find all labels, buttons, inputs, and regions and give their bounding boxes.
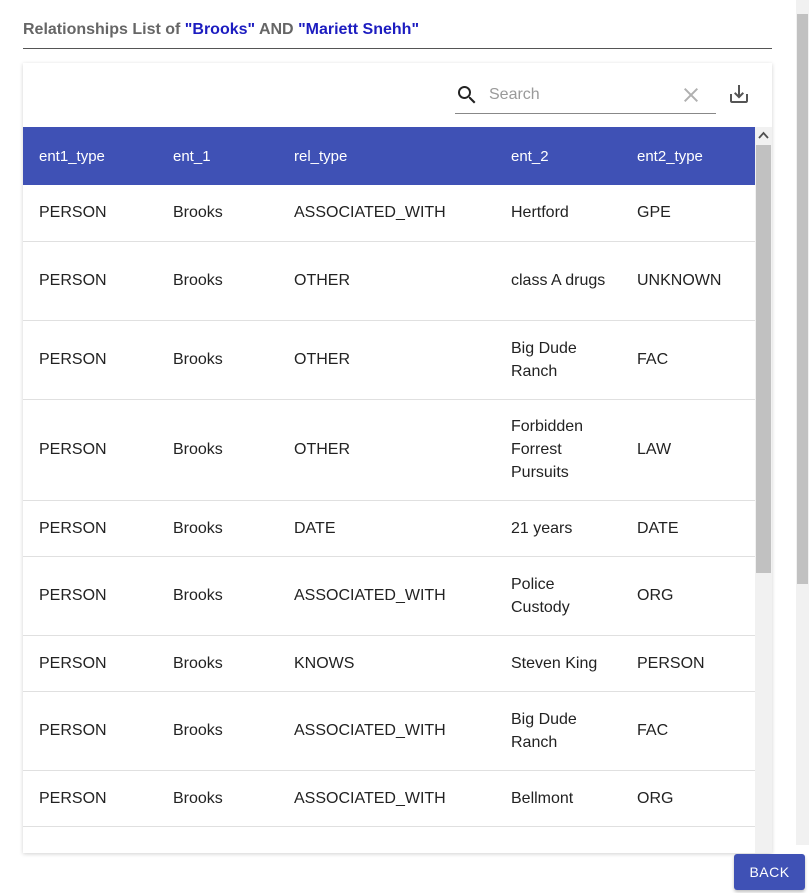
- table-scrollbar[interactable]: [755, 127, 772, 853]
- table-cell: Steven King: [495, 635, 621, 692]
- table-cell: LAW: [621, 399, 755, 501]
- table-cell: ORG: [621, 770, 755, 827]
- table-cell: Brooks: [157, 770, 278, 827]
- table-cell: PERSON: [23, 500, 157, 557]
- table-cell: ASSOCIATED_WITH: [278, 770, 495, 827]
- table-cell: PERSON: [621, 635, 755, 692]
- table-cell: PERSON: [23, 399, 157, 501]
- table-row[interactable]: PERSON Brooks OTHER class A drugs UNKNOW…: [23, 241, 755, 321]
- table-cell: PERSON: [23, 320, 157, 400]
- table-row[interactable]: [23, 826, 755, 853]
- title-joiner: AND: [255, 21, 299, 38]
- page-title: Relationships List of "Brooks" AND "Mari…: [23, 18, 772, 49]
- table-cell: GPE: [621, 185, 755, 242]
- table-row[interactable]: PERSON Brooks ASSOCIATED_WITH Police Cus…: [23, 556, 755, 636]
- table-cell: PERSON: [23, 770, 157, 827]
- table-cell: Brooks: [157, 500, 278, 557]
- scroll-up-arrow-icon[interactable]: [755, 127, 772, 144]
- table-cell: Police Custody: [495, 556, 621, 636]
- table-row[interactable]: PERSON Brooks OTHER Forbidden Forrest Pu…: [23, 399, 755, 501]
- table-cell: Brooks: [157, 185, 278, 242]
- close-icon[interactable]: [679, 83, 703, 107]
- search-input[interactable]: [487, 81, 671, 109]
- back-button[interactable]: BACK: [734, 854, 805, 890]
- column-header-rel-type[interactable]: rel_type: [278, 127, 495, 185]
- table-cell: OTHER: [278, 320, 495, 400]
- table-row[interactable]: PERSON Brooks OTHER Big Dude Ranch FAC: [23, 320, 755, 400]
- table-cell: Big Dude Ranch: [495, 691, 621, 771]
- table-cell: KNOWS: [278, 635, 495, 692]
- table-cell: PERSON: [23, 241, 157, 321]
- table-cell: ASSOCIATED_WITH: [278, 185, 495, 242]
- table-cell: 21 years: [495, 500, 621, 557]
- column-header-ent-2[interactable]: ent_2: [495, 127, 621, 185]
- table-cell: Brooks: [157, 320, 278, 400]
- table-cell: OTHER: [278, 399, 495, 501]
- table-row[interactable]: PERSON Brooks ASSOCIATED_WITH Bellmont O…: [23, 770, 755, 827]
- table-cell: [495, 826, 621, 853]
- table-cell: UNKNOWN: [621, 241, 755, 321]
- title-prefix: Relationships List of: [23, 21, 185, 38]
- table-cell: Brooks: [157, 399, 278, 501]
- title-entity-2: "Mariett Snehh": [298, 21, 420, 38]
- table-cell: Brooks: [157, 691, 278, 771]
- table-cell: ASSOCIATED_WITH: [278, 556, 495, 636]
- relationships-table: ent1_type ent_1 rel_type ent_2 ent2_type…: [23, 127, 755, 853]
- column-header-ent1-type[interactable]: ent1_type: [23, 127, 157, 185]
- table-cell: [621, 826, 755, 853]
- page-scrollbar[interactable]: [796, 0, 809, 845]
- table-toolbar: [23, 63, 772, 127]
- table-row[interactable]: PERSON Brooks ASSOCIATED_WITH Hertford G…: [23, 185, 755, 242]
- table-cell: Brooks: [157, 556, 278, 636]
- relationships-table-container: ent1_type ent_1 rel_type ent_2 ent2_type…: [23, 127, 755, 853]
- table-cell: [157, 826, 278, 853]
- column-header-ent2-type[interactable]: ent2_type: [621, 127, 755, 185]
- table-cell: FAC: [621, 320, 755, 400]
- table-cell: Hertford: [495, 185, 621, 242]
- table-cell: Brooks: [157, 241, 278, 321]
- table-cell: PERSON: [23, 635, 157, 692]
- page-scrollbar-thumb[interactable]: [797, 14, 808, 584]
- table-cell: Brooks: [157, 635, 278, 692]
- table-cell: Bellmont: [495, 770, 621, 827]
- table-scrollbar-thumb[interactable]: [756, 145, 771, 573]
- column-header-ent-1[interactable]: ent_1: [157, 127, 278, 185]
- table-cell: DATE: [621, 500, 755, 557]
- table-cell: OTHER: [278, 241, 495, 321]
- download-icon[interactable]: [727, 82, 751, 106]
- table-cell: ASSOCIATED_WITH: [278, 691, 495, 771]
- table-row[interactable]: PERSON Brooks ASSOCIATED_WITH Big Dude R…: [23, 691, 755, 771]
- table-header-row: ent1_type ent_1 rel_type ent_2 ent2_type: [23, 127, 755, 185]
- table-cell: ORG: [621, 556, 755, 636]
- table-cell: [278, 826, 495, 853]
- table-row[interactable]: PERSON Brooks KNOWS Steven King PERSON: [23, 635, 755, 692]
- title-entity-1: "Brooks": [184, 21, 256, 38]
- table-cell: PERSON: [23, 185, 157, 242]
- table-row[interactable]: PERSON Brooks DATE 21 years DATE: [23, 500, 755, 557]
- table-cell: Forbidden Forrest Pursuits: [495, 399, 621, 501]
- table-cell: FAC: [621, 691, 755, 771]
- relationships-card: ent1_type ent_1 rel_type ent_2 ent2_type…: [23, 63, 772, 853]
- search-icon: [458, 86, 476, 104]
- table-cell: DATE: [278, 500, 495, 557]
- table-cell: PERSON: [23, 556, 157, 636]
- search-box[interactable]: [455, 77, 716, 114]
- table-cell: [23, 826, 157, 853]
- table-cell: PERSON: [23, 691, 157, 771]
- table-cell: class A drugs: [495, 241, 621, 321]
- table-cell: Big Dude Ranch: [495, 320, 621, 400]
